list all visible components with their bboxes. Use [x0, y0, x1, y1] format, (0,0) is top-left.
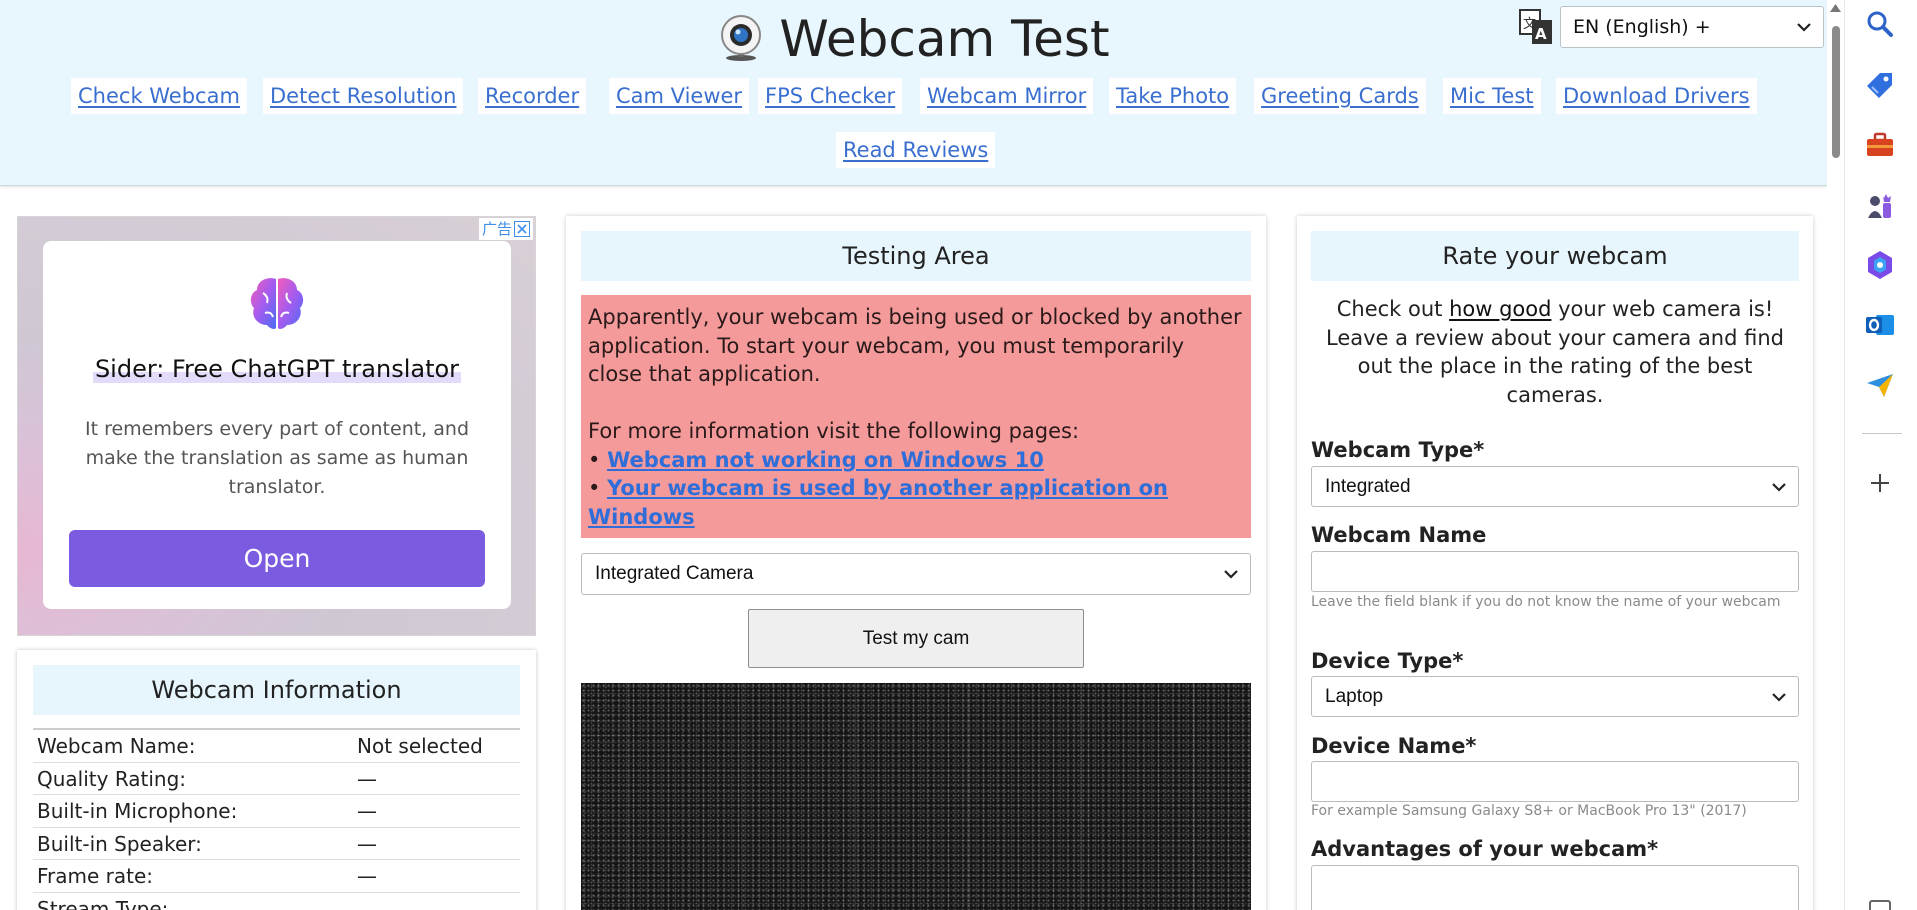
rate-webcam-panel: Rate your webcam Check out how good your… — [1297, 216, 1813, 910]
test-my-cam-button[interactable]: Test my cam — [748, 609, 1084, 668]
error-alert: Apparently, your webcam is being used or… — [581, 295, 1251, 538]
row-key: Built-in Microphone: — [37, 799, 238, 823]
plus-icon[interactable] — [1864, 467, 1896, 499]
nav-detect-resolution[interactable]: Detect Resolution — [263, 78, 464, 114]
chevron-down-icon — [1772, 693, 1786, 702]
chevron-down-icon — [1797, 23, 1811, 32]
row-value: — — [357, 831, 377, 856]
device-type-value: Laptop — [1325, 686, 1384, 707]
nav-fps-checker[interactable]: FPS Checker — [758, 78, 903, 114]
device-name-hint: For example Samsung Galaxy S8+ or MacBoo… — [1311, 803, 1747, 819]
nav-webcam-mirror[interactable]: Webcam Mirror — [920, 78, 1094, 114]
site-header: Webcam Test 文 A EN (English) + Check Web… — [0, 0, 1827, 186]
rate-intro-text: Check out how good your web camera is! L… — [1311, 295, 1799, 409]
language-select[interactable]: EN (English) + — [1560, 6, 1824, 48]
alert-message: Apparently, your webcam is being used or… — [588, 305, 1242, 386]
outlook-icon[interactable] — [1864, 309, 1896, 341]
ad-description: It remembers every part of content, and … — [84, 418, 470, 498]
webcam-information-table: Webcam Name: Not selected Quality Rating:… — [33, 728, 520, 910]
ad-card: Sider: Free ChatGPT translator It rememb… — [43, 241, 511, 609]
webcam-name-input[interactable] — [1311, 551, 1799, 592]
advantages-textarea[interactable] — [1311, 865, 1799, 910]
tag-icon[interactable] — [1864, 69, 1896, 101]
nav-take-photo[interactable]: Take Photo — [1109, 78, 1237, 114]
alert-link-item: • Your webcam is used by another applica… — [588, 476, 1168, 529]
row-key: Built-in Speaker: — [37, 831, 202, 856]
nav-greeting-cards[interactable]: Greeting Cards — [1254, 78, 1426, 114]
table-row: Built-in Speaker: — — [33, 828, 520, 860]
alert-more-info: For more information visit the following… — [588, 419, 1080, 443]
close-icon[interactable] — [514, 221, 530, 237]
alert-link-item: • Webcam not working on Windows 10 — [588, 447, 1044, 472]
row-key: Webcam Name: — [37, 734, 196, 758]
search-icon[interactable] — [1864, 8, 1896, 40]
rate-webcam-heading: Rate your webcam — [1311, 231, 1799, 281]
ad-choices[interactable]: 广告 — [478, 218, 533, 240]
row-value: — — [357, 766, 377, 791]
how-good-link[interactable]: how good — [1449, 297, 1551, 321]
svg-text:A: A — [1535, 25, 1547, 43]
webcam-logo-icon — [721, 15, 762, 61]
chess-icon[interactable] — [1864, 190, 1896, 222]
testing-area-panel: Testing Area Apparently, your webcam is … — [566, 216, 1266, 910]
chevron-down-icon — [1772, 483, 1786, 492]
device-name-label: Device Name* — [1311, 734, 1477, 758]
ad-label: 广告 — [481, 220, 512, 238]
nav-check-webcam[interactable]: Check Webcam — [71, 78, 247, 114]
advertisement[interactable]: 广告 Sider: Free ChatGPT translator It rem… — [17, 216, 536, 636]
row-value: — — [357, 799, 377, 823]
nav-read-reviews[interactable]: Read Reviews — [836, 132, 996, 168]
nav-mic-test[interactable]: Mic Test — [1443, 78, 1541, 114]
device-type-select[interactable]: Laptop — [1311, 676, 1799, 717]
nav-cam-viewer[interactable]: Cam Viewer — [609, 78, 750, 114]
row-key: Frame rate: — [37, 864, 154, 888]
webcam-information-heading: Webcam Information — [33, 665, 520, 715]
scrollbar-thumb[interactable] — [1832, 26, 1840, 158]
site-title-text: Webcam Test — [779, 10, 1110, 68]
ad-title-text: Sider: Free ChatGPT translator — [92, 355, 462, 383]
browser-sidebar — [1844, 0, 1917, 910]
sidebar-collapse-icon[interactable] — [1869, 900, 1891, 910]
table-row: Stream Type: — [33, 893, 520, 910]
sidebar-divider — [1862, 433, 1902, 434]
nav-recorder[interactable]: Recorder — [478, 78, 587, 114]
webcam-video-preview — [581, 683, 1251, 910]
link-webcam-used-by-another-app[interactable]: Your webcam is used by another applicati… — [588, 476, 1168, 529]
webpage: Webcam Test 文 A EN (English) + Check Web… — [0, 0, 1827, 910]
translate-icon[interactable]: 文 A — [1519, 9, 1553, 45]
webcam-type-value: Integrated — [1325, 476, 1411, 497]
send-icon[interactable] — [1864, 369, 1896, 401]
device-name-input[interactable] — [1311, 761, 1799, 802]
table-row: Frame rate: — — [33, 860, 520, 893]
ad-open-button[interactable]: Open — [69, 530, 485, 587]
link-webcam-not-working[interactable]: Webcam not working on Windows 10 — [607, 448, 1044, 472]
webcam-information-panel: Webcam Information Webcam Name: Not selec… — [17, 650, 536, 910]
table-row: Quality Rating: — — [33, 763, 520, 795]
row-value: Not selected — [357, 734, 483, 758]
chevron-down-icon — [1224, 570, 1238, 579]
table-row: Built-in Microphone: — — [33, 795, 520, 828]
testing-area-heading: Testing Area — [581, 231, 1251, 281]
device-type-label: Device Type* — [1311, 649, 1464, 673]
webcam-name-label: Webcam Name — [1311, 523, 1487, 547]
intro-text-start: Check out — [1336, 297, 1450, 321]
row-key: Stream Type: — [37, 896, 169, 910]
webcam-type-label: Webcam Type* — [1311, 438, 1485, 462]
brain-logo-icon — [250, 278, 304, 329]
row-value: — — [357, 864, 377, 888]
hexagon-app-icon[interactable] — [1864, 249, 1896, 281]
camera-select[interactable]: Integrated Camera — [581, 553, 1251, 595]
nav-download-drivers[interactable]: Download Drivers — [1556, 78, 1757, 114]
advantages-label: Advantages of your webcam* — [1311, 837, 1659, 861]
camera-select-value: Integrated Camera — [595, 563, 754, 584]
briefcase-icon[interactable] — [1864, 129, 1896, 161]
language-select-value: EN (English) + — [1573, 16, 1711, 38]
webcam-name-hint: Leave the field blank if you do not know… — [1311, 594, 1781, 610]
webcam-type-select[interactable]: Integrated — [1311, 466, 1799, 507]
scroll-up-arrow-icon[interactable] — [1830, 4, 1841, 12]
table-row: Webcam Name: Not selected — [33, 730, 520, 763]
row-key: Quality Rating: — [37, 766, 187, 791]
page-scrollbar[interactable] — [1827, 0, 1844, 910]
ad-title: Sider: Free ChatGPT translator — [43, 355, 511, 383]
